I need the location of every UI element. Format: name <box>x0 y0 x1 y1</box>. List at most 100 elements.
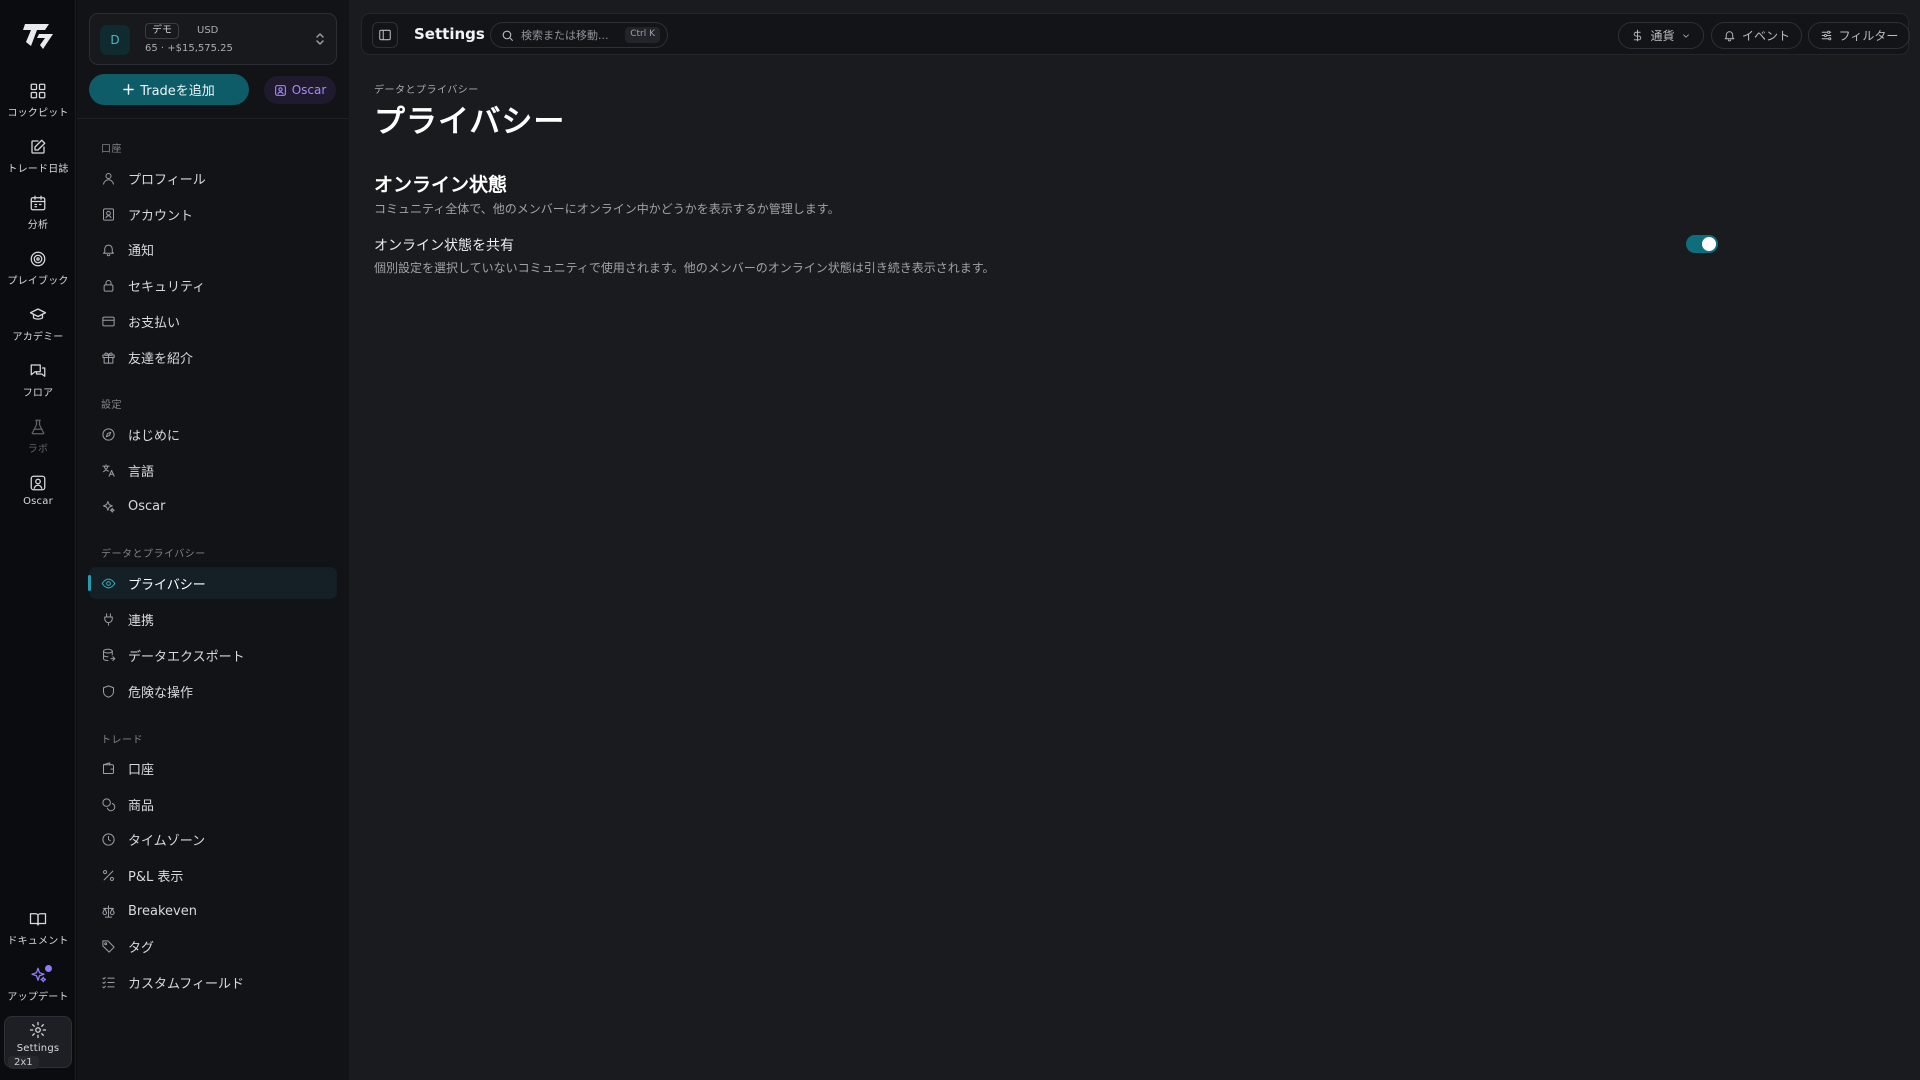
sidebar-item-label: セキュリティ <box>128 279 206 295</box>
user-icon <box>103 172 114 185</box>
rail-item-playbook[interactable]: プレイブック <box>4 246 72 298</box>
section-description: コミュニティ全体で、他のメンバーにオンライン中かどうかを表示するか管理します。 <box>374 202 840 216</box>
oscar-portrait-icon <box>274 84 286 96</box>
oscar-portrait-icon <box>30 475 46 491</box>
sidebar-item-label: 危険な操作 <box>128 685 194 701</box>
sidebar-item-label: 言語 <box>128 464 155 480</box>
gear-icon <box>29 1021 47 1039</box>
sliders-icon <box>1821 30 1831 41</box>
add-trade-label: Tradeを追加 <box>140 84 215 99</box>
flask-icon <box>31 419 45 435</box>
account-currency: USD <box>197 25 219 36</box>
plug-icon <box>104 612 113 626</box>
sidebar-item-security[interactable]: セキュリティ <box>89 269 337 301</box>
share-online-status-toggle[interactable] <box>1686 235 1718 253</box>
sidebar-item-label: タグ <box>128 940 155 956</box>
sidebar-item-label: P&L 表示 <box>128 869 184 885</box>
rail-item-journal[interactable]: トレード日誌 <box>4 134 72 186</box>
gift-icon <box>102 352 115 364</box>
rail-item-oscar[interactable]: Oscar <box>4 470 72 522</box>
group-label-settings: 設定 <box>101 400 122 411</box>
dollar-icon <box>1634 29 1642 42</box>
sidebar-item-label: アカウント <box>128 208 194 224</box>
wallet-icon <box>103 761 114 774</box>
sidebar-item-pnl-display[interactable]: P&L 表示 <box>89 859 337 891</box>
scale-icon <box>102 904 115 918</box>
sidebar-item-label: タイムゾーン <box>128 833 206 849</box>
notification-dot <box>45 965 52 972</box>
rail-item-lab[interactable]: ラボ <box>4 414 72 466</box>
rail-item-label: Settings <box>16 1043 60 1054</box>
settings-sidebar: D デモ USD 65 · +$15,575.25 Tradeを追加 Oscar… <box>77 0 349 1080</box>
app-logo-icon[interactable] <box>22 18 56 52</box>
sidebar-divider <box>77 118 349 119</box>
id-card-icon <box>103 207 114 221</box>
book-icon <box>29 913 47 926</box>
rail-item-label: フロア <box>22 388 54 399</box>
sidebar-item-instruments[interactable]: 商品 <box>89 788 337 820</box>
add-trade-button[interactable]: Tradeを追加 <box>89 74 249 105</box>
toggle-knob <box>1702 237 1716 251</box>
sidebar-item-account[interactable]: アカウント <box>89 198 337 230</box>
top-bar: Settings 検索または移動... Ctrl K 通貨 イベント フィルター <box>361 13 1910 55</box>
sidebar-item-label: お支払い <box>128 315 181 331</box>
sidebar-item-label: 商品 <box>128 798 155 814</box>
sidebar-item-label: プライバシー <box>128 577 206 593</box>
events-button[interactable]: イベント <box>1711 22 1802 49</box>
page-title: プライバシー <box>374 104 566 140</box>
sidebar-item-label: 口座 <box>128 762 155 778</box>
oscar-button-label: Oscar <box>291 83 327 97</box>
search-input[interactable]: 検索または移動... Ctrl K <box>490 22 668 48</box>
sidebar-item-custom-fields[interactable]: カスタムフィールド <box>89 966 337 998</box>
account-summary: 65 · +$15,575.25 <box>145 43 233 54</box>
sidebar-item-accounts[interactable]: 口座 <box>89 752 337 784</box>
toggle-sidebar-button[interactable] <box>372 22 398 48</box>
chat-bubbles-icon <box>30 364 46 377</box>
sidebar-item-danger-zone[interactable]: 危険な操作 <box>89 675 337 707</box>
rail-item-label: アカデミー <box>12 332 64 343</box>
rail-item-docs[interactable]: ドキュメント <box>4 906 72 958</box>
sidebar-item-billing[interactable]: お支払い <box>89 305 337 337</box>
rail-item-cockpit[interactable]: コックピット <box>4 78 72 130</box>
rail-item-label: アップデート <box>7 992 69 1003</box>
sidebar-item-data-export[interactable]: データエクスポート <box>89 639 337 671</box>
rail-item-analysis[interactable]: 分析 <box>4 190 72 242</box>
account-avatar: D <box>100 25 130 55</box>
sidebar-item-breakeven[interactable]: Breakeven <box>89 895 337 927</box>
coins-icon <box>102 797 116 811</box>
sidebar-item-label: 連携 <box>128 613 155 629</box>
page-header-title: Settings <box>414 25 485 43</box>
rail-item-label: 分析 <box>27 220 49 231</box>
currency-button[interactable]: 通貨 <box>1618 22 1704 49</box>
sidebar-item-language[interactable]: 言語 <box>89 454 337 486</box>
chevron-down-icon <box>1682 33 1689 38</box>
sidebar-item-tags[interactable]: タグ <box>89 930 337 962</box>
account-demo-tag: デモ <box>145 23 179 39</box>
filter-button[interactable]: フィルター <box>1808 22 1910 49</box>
section-title: オンライン状態 <box>374 174 508 196</box>
sidebar-item-integrations[interactable]: 連携 <box>89 603 337 635</box>
rail-item-academy[interactable]: アカデミー <box>4 302 72 354</box>
account-switcher[interactable]: D デモ USD 65 · +$15,575.25 <box>89 13 337 65</box>
checklist-icon <box>102 976 115 988</box>
tag-icon <box>102 939 115 953</box>
sidebar-item-profile[interactable]: プロフィール <box>89 162 337 194</box>
lock-icon <box>103 279 114 292</box>
oscar-button[interactable]: Oscar <box>264 76 336 104</box>
rail-item-label: トレード日誌 <box>7 164 69 175</box>
rail-item-updates[interactable]: アップデート <box>4 962 72 1014</box>
sidebar-item-getting-started[interactable]: はじめに <box>89 418 337 450</box>
sidebar-item-refer[interactable]: 友達を紹介 <box>89 341 337 373</box>
sidebar-item-timezone[interactable]: タイムゾーン <box>89 823 337 855</box>
clock-icon <box>102 832 115 846</box>
shield-icon <box>103 684 114 698</box>
sidebar-item-privacy[interactable]: プライバシー <box>88 567 337 599</box>
calendar-icon <box>30 195 46 211</box>
sidebar-item-oscar[interactable]: Oscar <box>89 490 337 522</box>
filter-label: フィルター <box>1838 29 1899 43</box>
sidebar-item-notifications[interactable]: 通知 <box>89 233 337 265</box>
sparkles-icon <box>103 500 115 513</box>
main-content: Settings 検索または移動... Ctrl K 通貨 イベント フィルター… <box>349 0 1920 1080</box>
rail-item-floor[interactable]: フロア <box>4 358 72 410</box>
sidebar-item-label: プロフィール <box>128 172 206 188</box>
